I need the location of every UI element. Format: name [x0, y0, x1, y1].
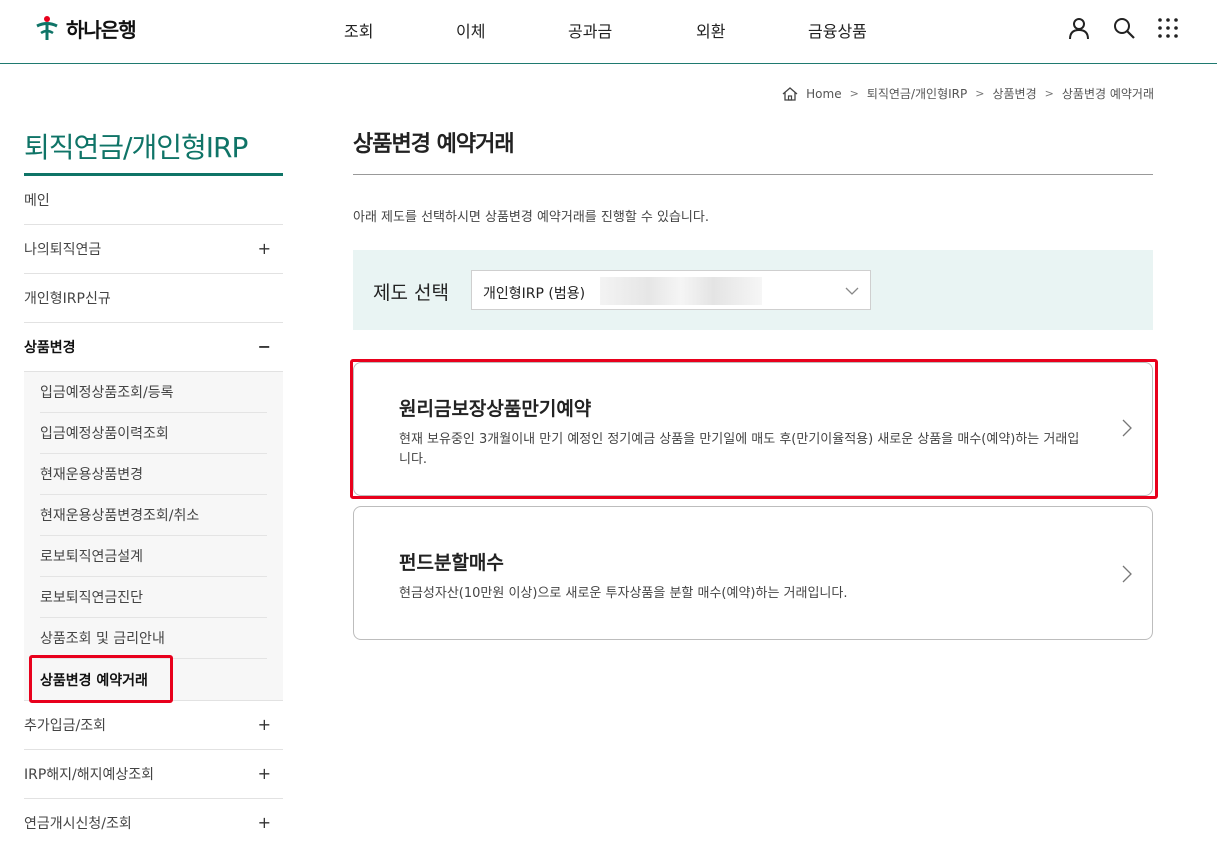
- submenu-item[interactable]: 로보퇴직연금설계: [40, 536, 267, 577]
- expand-icon[interactable]: +: [258, 715, 271, 734]
- sidebar-item-irp-termination[interactable]: IRP해지/해지예상조회 +: [24, 750, 283, 799]
- sidebar-item-label: 개인형IRP신규: [24, 291, 111, 307]
- sidebar-nav: 메인 나의퇴직연금 + 개인형IRP신규 상품변경 − 입금예정상품조회/등록 …: [24, 176, 283, 843]
- submenu-item[interactable]: 상품조회 및 금리안내: [40, 618, 267, 659]
- sidebar-item-label: 연금개시신청/조회: [24, 816, 132, 832]
- main-nav: 조회 이체 공과금 외환 금융상품: [0, 18, 1217, 42]
- chevron-right-icon: >: [849, 87, 859, 100]
- nav-foreign-exchange[interactable]: 외환: [696, 18, 725, 42]
- breadcrumb: Home > 퇴직연금/개인형IRP > 상품변경 > 상품변경 예약거래: [782, 85, 1154, 102]
- all-menu-icon[interactable]: [1156, 16, 1180, 40]
- sidebar-item-main[interactable]: 메인: [24, 176, 283, 225]
- collapse-icon[interactable]: −: [258, 337, 271, 356]
- sidebar-item-label: 나의퇴직연금: [24, 242, 102, 258]
- sidebar-item-my-pension[interactable]: 나의퇴직연금 +: [24, 225, 283, 274]
- card-title: 원리금보장상품만기예약: [399, 398, 592, 420]
- card-description: 현재 보유중인 3개월이내 만기 예정인 정기예금 상품을 만기일에 매도 후(…: [399, 432, 1080, 467]
- sidebar-item-additional-deposit[interactable]: 추가입금/조회 +: [24, 701, 283, 750]
- principal-guaranteed-maturity-card[interactable]: 원리금보장상품만기예약 현재 보유중인 3개월이내 만기 예정인 정기예금 상품…: [353, 362, 1153, 496]
- search-icon[interactable]: [1112, 16, 1136, 40]
- chevron-right-icon: >: [1044, 87, 1054, 100]
- masked-account-number: [600, 277, 762, 305]
- card-description: 현금성자산(10만원 이상)으로 새로운 투자상품을 분할 매수(예약)하는 거…: [399, 586, 848, 601]
- sidebar-title: 퇴직연금/개인형IRP: [24, 131, 248, 164]
- sidebar-item-label: 상품변경: [24, 340, 76, 356]
- sidebar-item-irp-new[interactable]: 개인형IRP신규: [24, 274, 283, 323]
- plan-select-value: 개인형IRP (범용): [483, 286, 586, 302]
- expand-icon[interactable]: +: [258, 764, 271, 783]
- sidebar-item-label: 메인: [24, 193, 50, 209]
- page-title: 상품변경 예약거래: [353, 132, 515, 157]
- sidebar-item-pension-start[interactable]: 연금개시신청/조회 +: [24, 799, 283, 843]
- nav-inquiry[interactable]: 조회: [344, 18, 373, 42]
- expand-icon[interactable]: +: [258, 813, 271, 832]
- nav-transfer[interactable]: 이체: [456, 18, 485, 42]
- card-title: 펀드분할매수: [399, 552, 504, 574]
- submenu-item[interactable]: 현재운용상품변경조회/취소: [40, 495, 267, 536]
- global-header: 하나은행 조회 이체 공과금 외환 금융상품: [0, 0, 1217, 64]
- page-description: 아래 제도를 선택하시면 상품변경 예약거래를 진행할 수 있습니다.: [353, 210, 709, 225]
- chevron-right-icon: [1122, 419, 1132, 437]
- sidebar-submenu: 입금예정상품조회/등록 입금예정상품이력조회 현재운용상품변경 현재운용상품변경…: [24, 372, 283, 701]
- submenu-item[interactable]: 입금예정상품조회/등록: [40, 372, 267, 413]
- breadcrumb-current: 상품변경 예약거래: [1061, 87, 1154, 101]
- submenu-item[interactable]: 로보퇴직연금진단: [40, 577, 267, 618]
- nav-financial-products[interactable]: 금융상품: [808, 18, 867, 42]
- submenu-item[interactable]: 입금예정상품이력조회: [40, 413, 267, 454]
- chevron-right-icon: [1122, 565, 1132, 583]
- chevron-down-icon: [845, 287, 859, 295]
- sidebar-item-label: 추가입금/조회: [24, 718, 106, 734]
- user-icon[interactable]: [1067, 16, 1091, 40]
- plan-select[interactable]: 개인형IRP (범용): [471, 270, 871, 310]
- chevron-right-icon: >: [975, 87, 985, 100]
- title-divider: [353, 174, 1153, 175]
- plan-select-label: 제도 선택: [373, 282, 449, 304]
- sidebar-item-product-change[interactable]: 상품변경 −: [24, 323, 283, 372]
- fund-split-purchase-card[interactable]: 펀드분할매수 현금성자산(10만원 이상)으로 새로운 투자상품을 분할 매수(…: [353, 506, 1153, 640]
- breadcrumb-pension[interactable]: 퇴직연금/개인형IRP: [867, 85, 967, 102]
- submenu-item[interactable]: 현재운용상품변경: [40, 454, 267, 495]
- breadcrumb-product-change[interactable]: 상품변경: [992, 85, 1036, 102]
- highlight-box: [29, 655, 173, 703]
- plan-select-panel: 제도 선택 개인형IRP (범용): [353, 250, 1153, 330]
- expand-icon[interactable]: +: [258, 239, 271, 258]
- breadcrumb-home[interactable]: Home: [806, 87, 841, 101]
- nav-utility-bills[interactable]: 공과금: [568, 18, 612, 42]
- home-icon[interactable]: [782, 86, 798, 101]
- sidebar-item-label: IRP해지/해지예상조회: [24, 767, 155, 783]
